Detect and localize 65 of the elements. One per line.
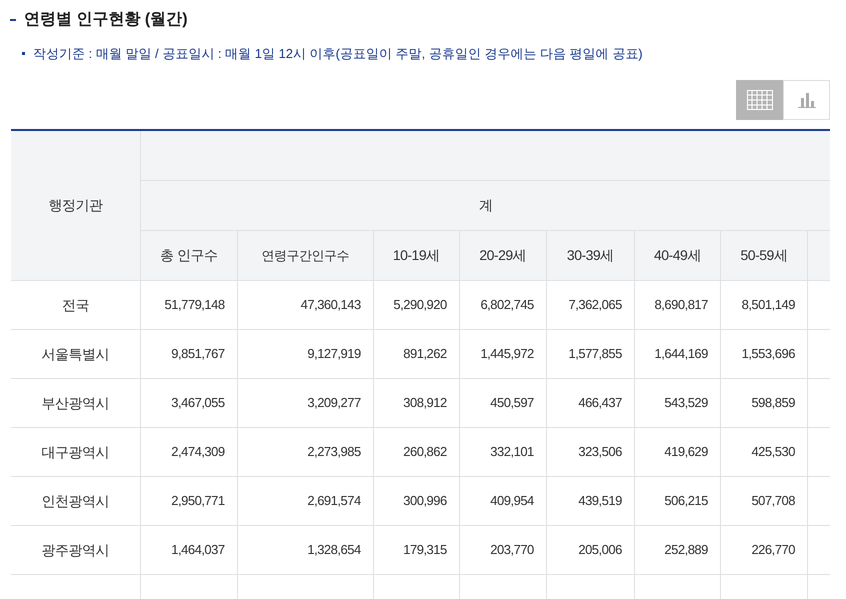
- view-toggle-button[interactable]: [783, 80, 830, 120]
- number-cell: 466,437: [578, 395, 622, 410]
- region-cell: 인천광역시: [11, 476, 140, 526]
- page-title: 연령별 인구현황 (월간): [24, 10, 188, 30]
- region-cell: 서울특별시: [11, 330, 140, 378]
- column-header: 총 인구수: [140, 230, 238, 280]
- note-text: 작성기준 : 매월 말일 / 공표일시 : 매월 1일 12시 이후(공표일이 주말, 공휴일인 경우에는 다음 평일에 공표): [33, 45, 643, 63]
- number-cell: 203,770: [490, 542, 534, 558]
- number-cell: 439,519: [578, 493, 622, 508]
- number-cell: 598,859: [751, 395, 795, 410]
- number-cell: 1,328,654: [307, 542, 361, 558]
- number-cell: 425,530: [751, 444, 795, 460]
- number-cell: 2,474,309: [171, 444, 225, 460]
- number-cell: 1,577,855: [568, 346, 622, 362]
- number-cell: 47,360,143: [300, 297, 361, 312]
- number-cell: 450,597: [490, 395, 534, 410]
- column-header: 20-29세: [459, 230, 546, 280]
- number-cell: 260,862: [403, 444, 447, 460]
- bar-chart-icon: [798, 92, 816, 108]
- table-header: 계: [140, 180, 830, 230]
- column-header: 50-59세: [720, 230, 808, 280]
- region-cell: 부산광역시: [11, 378, 140, 428]
- number-cell: 543,529: [664, 395, 708, 410]
- number-cell: 6,802,745: [480, 297, 534, 312]
- number-cell: 1,553,696: [742, 346, 795, 362]
- column-header: 30-39세: [546, 230, 634, 280]
- number-cell: 51,779,148: [164, 297, 225, 312]
- number-cell: 252,889: [664, 542, 708, 558]
- number-cell: 891,262: [403, 346, 447, 362]
- number-cell: 3,209,277: [307, 395, 361, 410]
- number-cell: 2,950,771: [171, 493, 225, 508]
- number-cell: 8,690,817: [654, 297, 708, 312]
- number-cell: 419,629: [664, 444, 708, 460]
- number-cell: 506,215: [664, 493, 708, 508]
- number-cell: 9,127,919: [307, 346, 361, 362]
- column-header: 10-19세: [373, 230, 460, 280]
- number-cell: 1,464,037: [171, 542, 225, 558]
- number-cell: 409,954: [490, 493, 534, 508]
- number-cell: 3,467,055: [171, 395, 225, 410]
- number-cell: 5,290,920: [393, 297, 447, 312]
- number-cell: 300,996: [403, 493, 447, 508]
- column-header: 40-49세: [634, 230, 720, 280]
- grid-icon: [746, 90, 772, 110]
- number-cell: 1,445,972: [480, 346, 534, 362]
- number-cell: 226,770: [751, 542, 795, 558]
- number-cell: 9,851,767: [171, 346, 225, 362]
- number-cell: 179,315: [403, 542, 447, 558]
- number-cell: 308,912: [403, 395, 447, 410]
- bullet-icon: [22, 52, 25, 56]
- number-cell: 2,691,574: [307, 493, 361, 508]
- number-cell: 8,501,149: [742, 297, 795, 312]
- number-cell: 205,006: [578, 542, 622, 558]
- title-marker-icon: [10, 19, 16, 21]
- number-cell: 507,708: [751, 493, 795, 508]
- number-cell: 7,362,065: [568, 297, 622, 312]
- number-cell: 1,644,169: [654, 346, 708, 362]
- column-header: 연령구간인구수: [237, 230, 374, 280]
- region-cell: 전국: [11, 280, 140, 330]
- region-cell: 대구광역시: [11, 428, 140, 476]
- number-cell: 332,101: [490, 444, 534, 460]
- table-header: 행정기관: [11, 130, 140, 280]
- number-cell: 2,273,985: [307, 444, 361, 460]
- number-cell: 323,506: [578, 444, 622, 460]
- region-cell: 광주광역시: [11, 526, 140, 574]
- view-toggle-button[interactable]: [736, 80, 783, 120]
